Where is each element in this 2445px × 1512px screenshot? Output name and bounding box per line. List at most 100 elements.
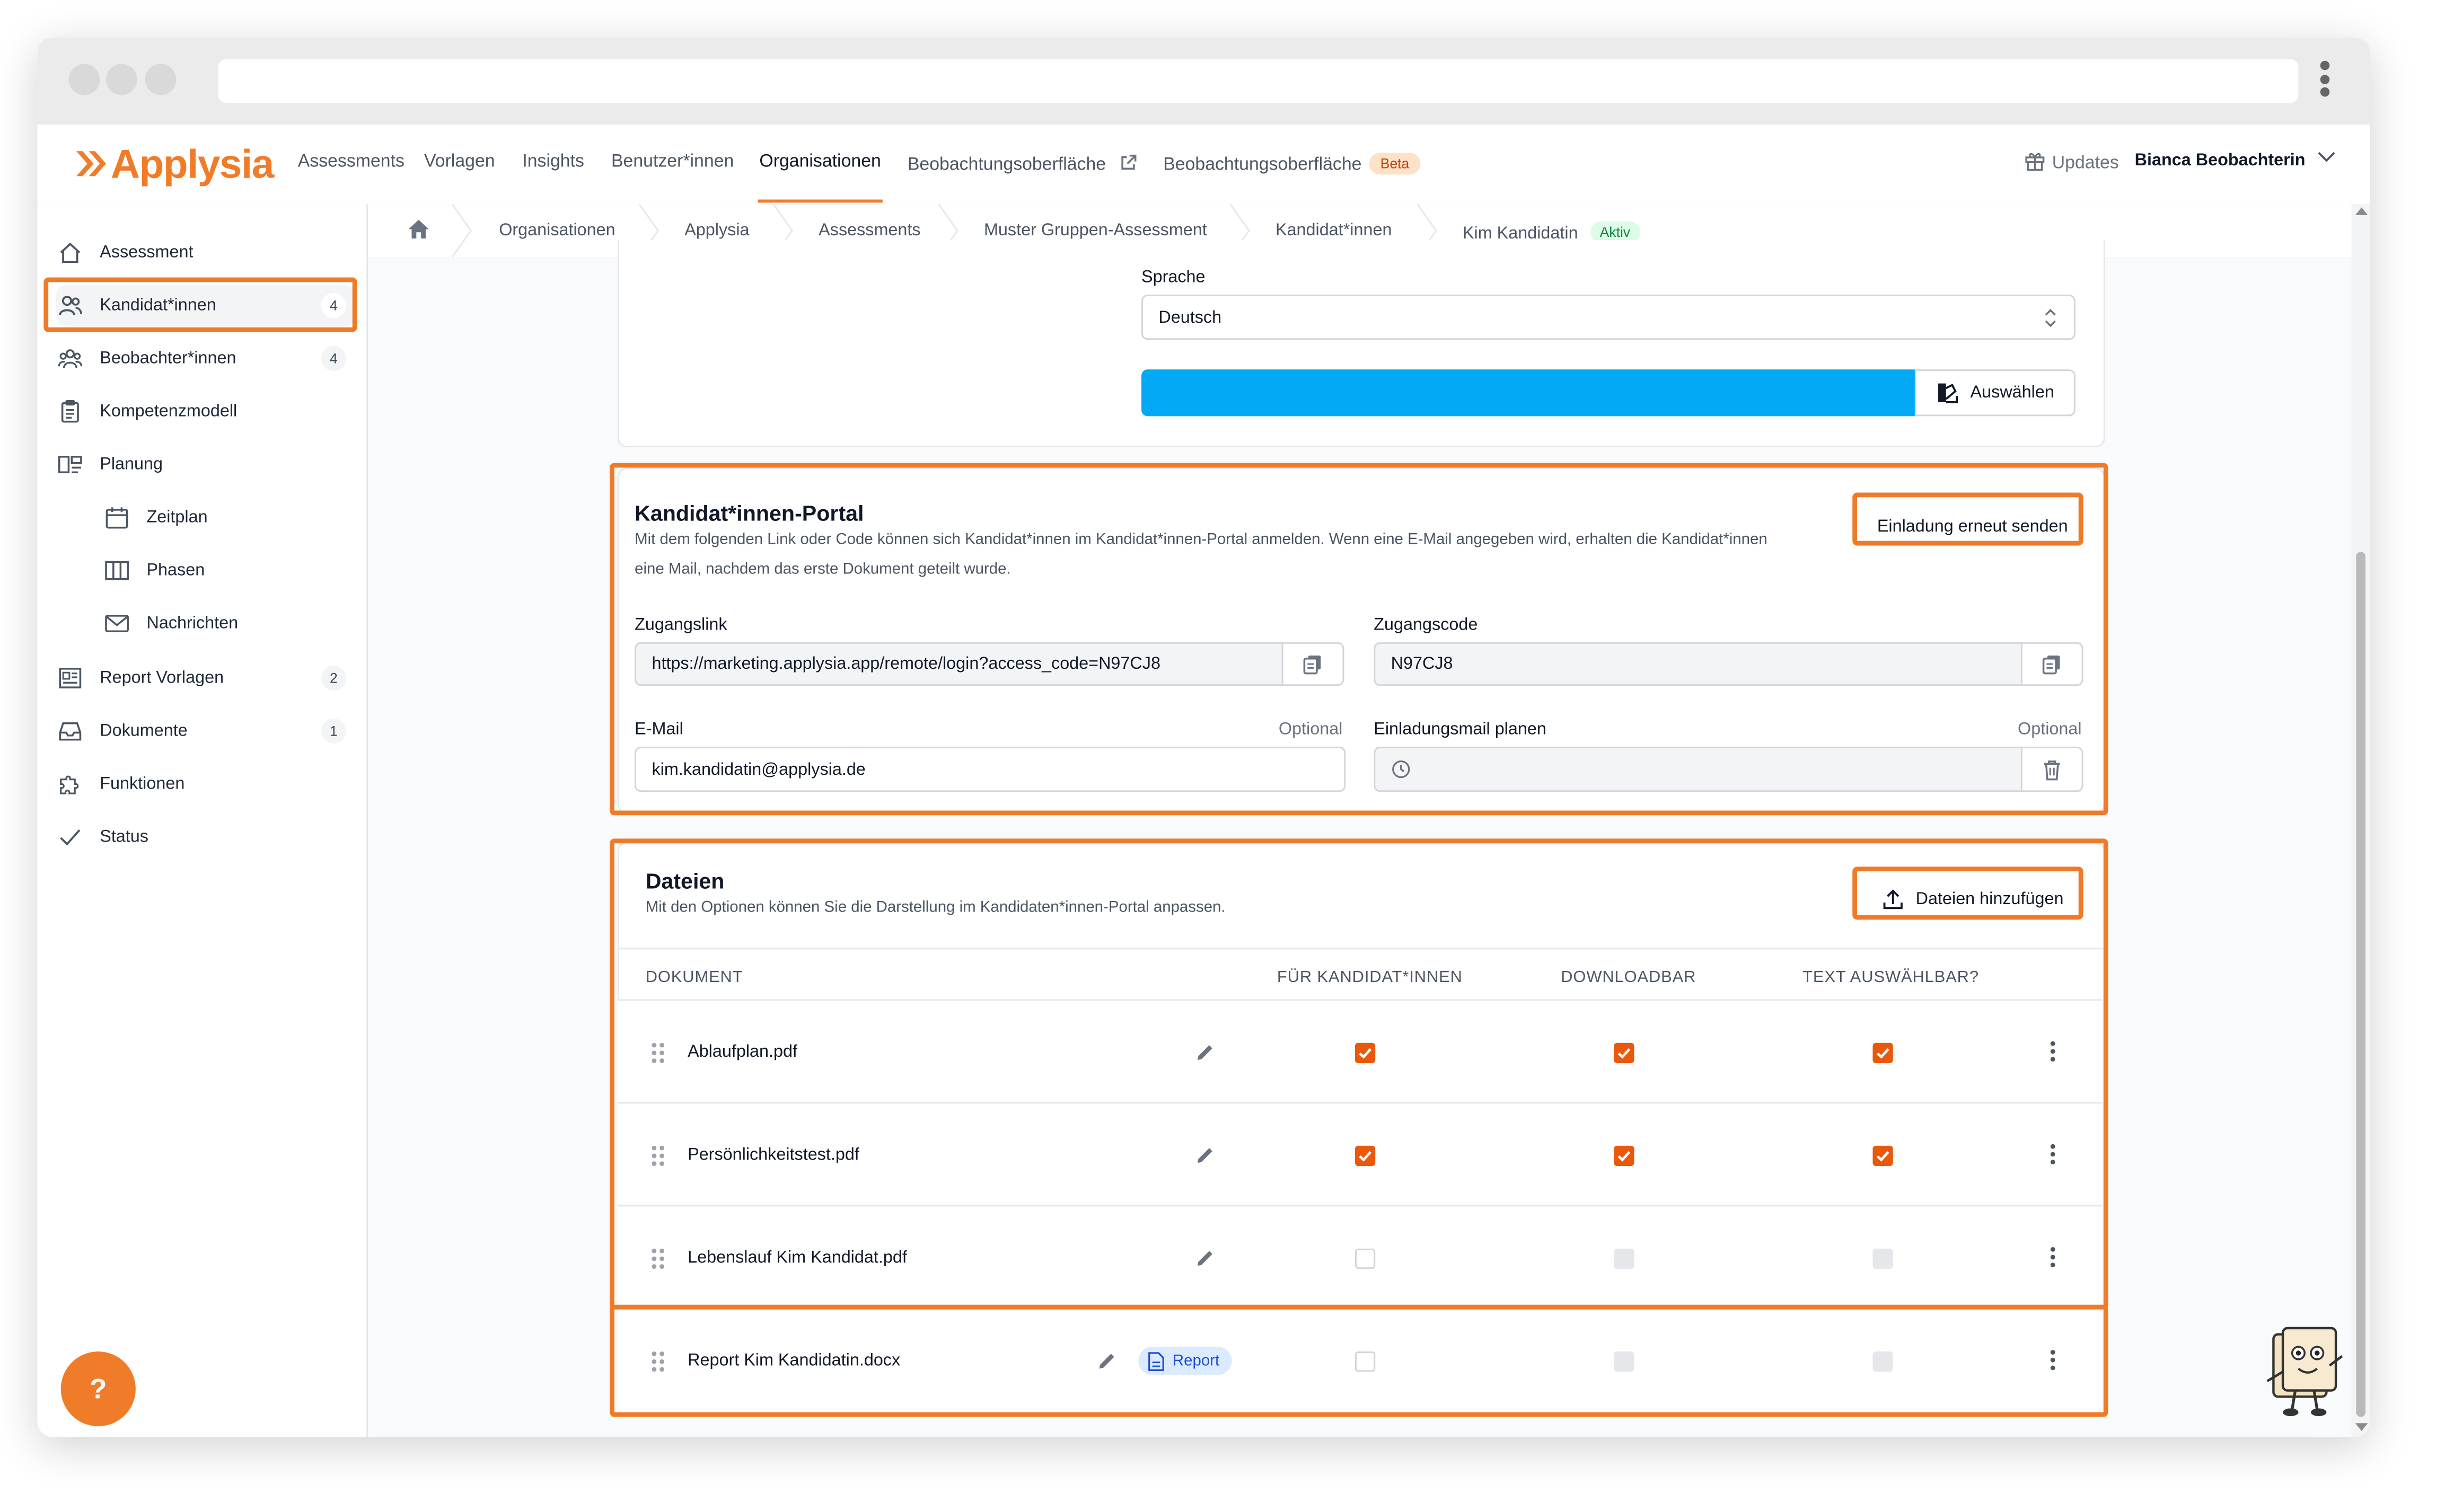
checkbox-text-selectable bbox=[1872, 1351, 1893, 1372]
sidebar-item-zeitplan[interactable]: Zeitplan bbox=[56, 497, 356, 537]
drag-handle-icon[interactable] bbox=[652, 1145, 667, 1168]
home-breadcrumb-icon[interactable] bbox=[407, 218, 430, 245]
window-minimize-dot[interactable] bbox=[106, 64, 137, 95]
checkbox-for-candidates[interactable] bbox=[1355, 1351, 1376, 1372]
email-field[interactable]: kim.kandidatin@applysia.de bbox=[635, 746, 1346, 792]
nav-organisationen[interactable]: Organisationen bbox=[759, 153, 881, 171]
table-row[interactable]: Persönlichkeitstest.pdf bbox=[617, 1102, 2102, 1207]
checkbox-downloadable[interactable] bbox=[1614, 1042, 1634, 1063]
column-header-downloadbar: DOWNLOADBAR bbox=[1561, 968, 1696, 987]
checkbox-text-selectable[interactable] bbox=[1872, 1042, 1893, 1063]
sidebar-item-funktionen[interactable]: Funktionen bbox=[56, 764, 356, 804]
schedule-invitation-field[interactable] bbox=[1374, 746, 2022, 792]
sidebar-item-planung[interactable]: Planung bbox=[56, 444, 356, 484]
sidebar-item-label: Kandidat*innen bbox=[100, 296, 216, 315]
table-row[interactable]: Ablaufplan.pdf bbox=[617, 999, 2102, 1104]
checkbox-text-selectable[interactable] bbox=[1872, 1145, 1893, 1166]
sidebar-item-phasen[interactable]: Phasen bbox=[56, 550, 356, 590]
address-bar[interactable] bbox=[218, 59, 2299, 103]
mascot-icon[interactable] bbox=[2261, 1325, 2345, 1418]
checkbox-downloadable[interactable] bbox=[1614, 1145, 1634, 1166]
nav-benutzerinnen[interactable]: Benutzer*innen bbox=[611, 153, 734, 171]
applysia-logo[interactable]: Applysia bbox=[75, 139, 274, 187]
nav-insights[interactable]: Insights bbox=[522, 153, 584, 171]
table-row[interactable]: Lebenslauf Kim Kandidat.pdf bbox=[617, 1205, 2102, 1310]
breadcrumb-kandidatinnen[interactable]: Kandidat*innen bbox=[1276, 222, 1392, 240]
breadcrumb-applysia[interactable]: Applysia bbox=[684, 222, 749, 240]
updates-button[interactable]: Updates bbox=[2024, 149, 2119, 173]
chevron-down-icon bbox=[2318, 152, 2336, 162]
access-code-field[interactable]: N97CJ8 bbox=[1374, 642, 2022, 686]
check-icon bbox=[56, 823, 84, 851]
edit-icon[interactable] bbox=[1194, 1144, 1216, 1166]
sidebar-item-report-vorlagen[interactable]: Report Vorlagen 2 bbox=[56, 658, 356, 698]
sidebar-item-label: Kompetenzmodell bbox=[100, 402, 238, 421]
select-color-label: Auswählen bbox=[1970, 383, 2054, 402]
breadcrumb-muster-gruppen-assessment[interactable]: Muster Gruppen-Assessment bbox=[984, 222, 1207, 240]
drag-handle-icon[interactable] bbox=[652, 1248, 667, 1270]
edit-icon[interactable] bbox=[1194, 1041, 1216, 1063]
edit-icon[interactable] bbox=[1194, 1247, 1216, 1269]
sidebar-item-beobachterinnen[interactable]: Beobachter*innen 4 bbox=[56, 338, 356, 378]
row-menu-icon[interactable] bbox=[2047, 1144, 2057, 1169]
sidebar-count-badge: 1 bbox=[321, 718, 346, 744]
access-link-field[interactable]: https://marketing.applysia.app/remote/lo… bbox=[635, 642, 1283, 686]
select-arrows-icon bbox=[2045, 308, 2056, 328]
sidebar-item-kompetenzmodell[interactable]: Kompetenzmodell bbox=[56, 391, 356, 431]
schedule-optional-hint: Optional bbox=[2018, 720, 2082, 739]
user-name: Bianca Beobachterin bbox=[2134, 151, 2306, 170]
breadcrumb-assessments[interactable]: Assessments bbox=[819, 222, 920, 240]
browser-window: Applysia Assessments Vorlagen Insights B… bbox=[37, 37, 2370, 1437]
column-header-fuer-kandidatinnen: FÜR KANDIDAT*INNEN bbox=[1277, 968, 1463, 987]
copy-link-button[interactable] bbox=[1281, 642, 1344, 686]
drag-handle-icon[interactable] bbox=[652, 1351, 667, 1373]
scroll-up-icon[interactable] bbox=[2354, 206, 2368, 217]
scroll-down-icon[interactable] bbox=[2354, 1421, 2368, 1433]
sidebar-item-dokumente[interactable]: Dokumente 1 bbox=[56, 711, 356, 751]
resend-invitation-button[interactable]: Einladung erneut senden bbox=[1860, 503, 2085, 551]
divider bbox=[619, 948, 2104, 950]
files-title: Dateien bbox=[645, 868, 725, 894]
checkbox-for-candidates[interactable] bbox=[1355, 1145, 1376, 1166]
nav-assessments[interactable]: Assessments bbox=[298, 153, 404, 171]
select-color-button[interactable]: Auswählen bbox=[1914, 369, 2075, 417]
nav-vorlagen[interactable]: Vorlagen bbox=[424, 153, 495, 171]
sidebar-item-nachrichten[interactable]: Nachrichten bbox=[56, 603, 356, 643]
sidebar-item-kandidatinnen[interactable]: Kandidat*innen 4 bbox=[56, 285, 356, 326]
scrollbar-thumb[interactable] bbox=[2356, 552, 2365, 1417]
clock-icon bbox=[1392, 760, 1410, 779]
breadcrumb-organisationen[interactable]: Organisationen bbox=[499, 222, 615, 240]
row-menu-icon[interactable] bbox=[2047, 1247, 2057, 1272]
report-badge: Report bbox=[1138, 1347, 1232, 1375]
sidebar-item-status[interactable]: Status bbox=[56, 817, 356, 857]
language-select[interactable]: Deutsch bbox=[1141, 294, 2075, 340]
nav-beobachtungsoberflaeche[interactable]: Beobachtungsoberfläche bbox=[908, 153, 1139, 174]
access-code-label: Zugangscode bbox=[1374, 615, 1478, 635]
checkbox-for-candidates[interactable] bbox=[1355, 1248, 1376, 1269]
logo-text: Applysia bbox=[110, 139, 274, 187]
add-files-button[interactable]: Dateien hinzufügen bbox=[1860, 876, 2085, 923]
row-menu-icon[interactable] bbox=[2047, 1350, 2057, 1375]
report-badge-label: Report bbox=[1172, 1352, 1220, 1369]
copy-code-button[interactable] bbox=[2020, 642, 2083, 686]
active-tab-indicator bbox=[758, 199, 883, 203]
upload-icon bbox=[1883, 889, 1902, 909]
portal-card: Kandidat*innen-Portal Mit dem folgenden … bbox=[617, 467, 2105, 814]
browser-menu-icon[interactable] bbox=[2316, 60, 2334, 104]
edit-icon[interactable] bbox=[1096, 1350, 1118, 1372]
column-header-dokument: DOKUMENT bbox=[645, 968, 743, 987]
checkbox-for-candidates[interactable] bbox=[1355, 1042, 1376, 1063]
updates-label: Updates bbox=[2052, 154, 2119, 173]
sidebar-item-assessment[interactable]: Assessment bbox=[56, 232, 356, 272]
clear-schedule-button[interactable] bbox=[2020, 746, 2083, 792]
user-menu[interactable]: Bianca Beobachterin bbox=[2135, 151, 2337, 170]
window-maximize-dot[interactable] bbox=[145, 64, 177, 95]
drag-handle-icon[interactable] bbox=[652, 1042, 667, 1065]
gift-icon bbox=[2025, 153, 2045, 171]
nav-beobachtungsoberflaeche-beta[interactable]: Beobachtungsoberfläche Beta bbox=[1163, 153, 1420, 175]
help-button[interactable]: ? bbox=[60, 1351, 136, 1427]
window-close-dot[interactable] bbox=[68, 64, 100, 95]
language-card: Sprache Deutsch Auswählen bbox=[617, 240, 2105, 448]
table-row[interactable]: Report Kim Kandidatin.docx Report bbox=[617, 1307, 2102, 1414]
row-menu-icon[interactable] bbox=[2047, 1041, 2057, 1066]
